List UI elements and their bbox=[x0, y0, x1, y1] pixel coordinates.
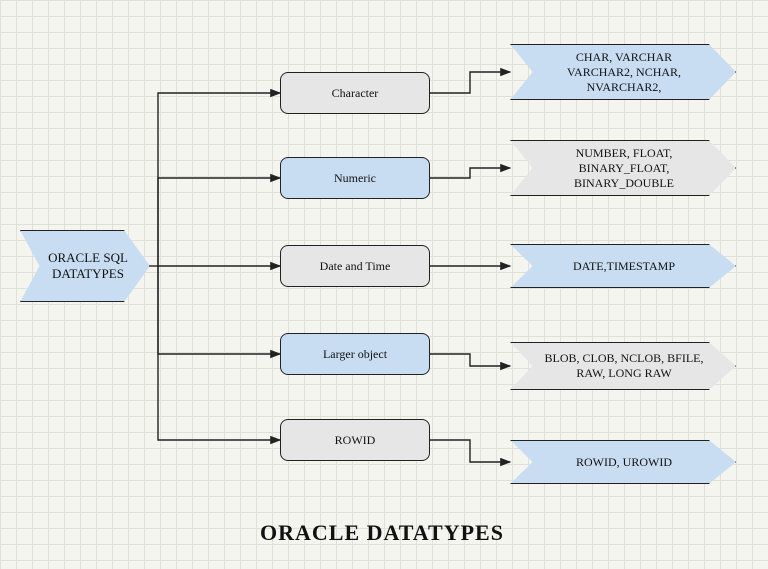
leaf-lob-types: BLOB, CLOB, NCLOB, BFILE,RAW, LONG RAW bbox=[510, 342, 736, 390]
leaf-datetime-types: DATE,TIMESTAMP bbox=[510, 244, 736, 288]
leaf-rowid-types: ROWID, UROWID bbox=[510, 440, 736, 484]
leaf-character-types: CHAR, VARCHARVARCHAR2, NCHAR,NVARCHAR2, bbox=[510, 44, 736, 100]
leaf-numeric-types: NUMBER, FLOAT,BINARY_FLOAT,BINARY_DOUBLE bbox=[510, 140, 736, 196]
category-larger-object: Larger object bbox=[280, 333, 430, 375]
category-character: Character bbox=[280, 72, 430, 114]
category-rowid: ROWID bbox=[280, 419, 430, 461]
diagram-title: ORACLE DATATYPES bbox=[260, 520, 504, 546]
category-numeric: Numeric bbox=[280, 157, 430, 199]
category-datetime: Date and Time bbox=[280, 245, 430, 287]
root-node: ORACLE SQLDATATYPES bbox=[20, 230, 150, 302]
